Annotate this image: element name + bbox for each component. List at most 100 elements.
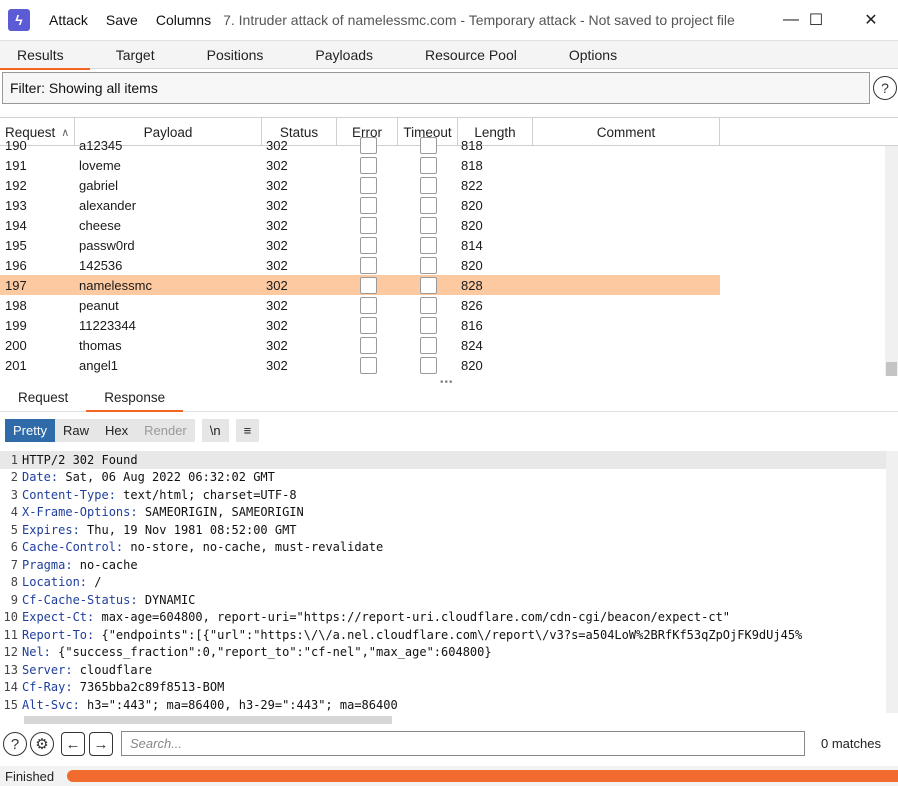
timeout-checkbox[interactable]	[420, 216, 437, 234]
pretty-button[interactable]: Pretty	[5, 419, 55, 442]
error-checkbox[interactable]	[360, 256, 377, 274]
timeout-checkbox[interactable]	[420, 336, 437, 354]
table-row[interactable]: 195 passw0rd 302 814	[0, 235, 720, 255]
maximize-icon[interactable]: ☐	[793, 0, 839, 40]
timeout-checkbox[interactable]	[420, 176, 437, 194]
arrow-right-icon[interactable]: →	[89, 732, 113, 756]
cell-timeout	[398, 195, 458, 215]
error-checkbox[interactable]	[360, 336, 377, 354]
timeout-checkbox[interactable]	[420, 296, 437, 314]
error-checkbox[interactable]	[360, 296, 377, 314]
cell-payload: angel1	[79, 357, 119, 373]
table-row[interactable]: 191 loveme 302 818	[0, 155, 720, 175]
status-bar: Finished	[0, 766, 898, 786]
timeout-checkbox[interactable]	[420, 256, 437, 274]
table-row[interactable]: 193 alexander 302 820	[0, 195, 720, 215]
cell-payload: 11223344	[79, 317, 136, 333]
newline-toggle-button[interactable]: \n	[201, 419, 229, 442]
cell-payload: 142536	[79, 257, 123, 273]
cell-length: 820	[461, 257, 483, 273]
tab-target[interactable]: Target	[90, 41, 181, 69]
header-value: 7365bba2c89f8513-BOM	[72, 680, 225, 695]
tab-options[interactable]: Options	[543, 41, 643, 69]
table-scrollbar-thumb[interactable]	[886, 362, 897, 376]
hex-button[interactable]: Hex	[96, 419, 137, 442]
cell-status: 302	[266, 337, 288, 353]
header-name: Alt-Svc:	[22, 697, 80, 712]
timeout-checkbox[interactable]	[420, 316, 437, 334]
cell-comment	[533, 255, 720, 275]
table-row[interactable]: 190 a12345 302 818	[0, 135, 720, 155]
tab-request[interactable]: Request	[0, 384, 86, 411]
error-checkbox[interactable]	[360, 316, 377, 334]
table-row[interactable]: 198 peanut 302 826	[0, 295, 720, 315]
header-value: max-age=604800, report-uri="https://repo…	[94, 610, 731, 625]
cell-length: 818	[461, 157, 483, 173]
timeout-checkbox[interactable]	[420, 276, 437, 294]
gear-icon[interactable]: ⚙	[30, 732, 54, 756]
arrow-left-icon[interactable]: ←	[61, 732, 85, 756]
tab-results[interactable]: Results	[0, 41, 90, 70]
render-button[interactable]: Render	[136, 419, 195, 442]
header-name: Expires:	[22, 522, 80, 537]
response-editor[interactable]: 1 HTTP/2 302 Found 2 Date: Sat, 06 Aug 2022…	[0, 451, 886, 713]
raw-button[interactable]: Raw	[54, 419, 97, 442]
cell-status: 302	[266, 237, 288, 253]
cell-timeout	[398, 255, 458, 275]
table-scrollbar[interactable]	[885, 146, 898, 376]
close-icon[interactable]: ✕	[848, 0, 894, 40]
table-row[interactable]: 200 thomas 302 824	[0, 335, 720, 355]
header-name: Server:	[22, 662, 73, 677]
search-input[interactable]: Search...	[121, 731, 805, 756]
header-name: X-Frame-Options:	[22, 505, 138, 520]
error-checkbox[interactable]	[360, 196, 377, 214]
editor-vertical-scrollbar[interactable]	[886, 451, 898, 713]
cell-error	[337, 135, 398, 155]
error-checkbox[interactable]	[360, 276, 377, 294]
help-icon[interactable]: ?	[3, 732, 27, 756]
code-line: 8 Location: /	[0, 574, 886, 592]
editor-horizontal-scrollbar[interactable]	[24, 716, 392, 724]
table-row[interactable]: 199 11223344 302 816	[0, 315, 720, 335]
tab-positions[interactable]: Positions	[181, 41, 290, 69]
error-checkbox[interactable]	[360, 236, 377, 254]
header-value: cloudflare	[72, 662, 153, 677]
table-row[interactable]: 194 cheese 302 820	[0, 215, 720, 235]
code-line: 4 X-Frame-Options: SAMEORIGIN, SAMEORIGIN	[0, 504, 886, 522]
timeout-checkbox[interactable]	[420, 196, 437, 214]
tab-payloads[interactable]: Payloads	[289, 41, 399, 69]
error-checkbox[interactable]	[360, 156, 377, 174]
tab-response[interactable]: Response	[86, 384, 183, 412]
table-row[interactable]: 201 angel1 302 820	[0, 355, 720, 375]
menu-attack[interactable]: Attack	[49, 12, 88, 28]
timeout-checkbox[interactable]	[420, 136, 437, 154]
header-name: Nel:	[22, 645, 51, 660]
cell-payload: namelessmc	[79, 277, 152, 293]
table-row[interactable]: 197 namelessmc 302 828	[0, 275, 720, 295]
menu-columns[interactable]: Columns	[156, 12, 211, 28]
header-name: Report-To:	[22, 627, 95, 642]
error-checkbox[interactable]	[360, 356, 377, 374]
error-checkbox[interactable]	[360, 216, 377, 234]
timeout-checkbox[interactable]	[420, 156, 437, 174]
table-row[interactable]: 192 gabriel 302 822	[0, 175, 720, 195]
cell-payload: passw0rd	[79, 237, 135, 253]
menu-save[interactable]: Save	[106, 12, 138, 28]
cell-status: 302	[266, 357, 288, 373]
cell-length: 826	[461, 297, 483, 313]
cell-request: 192	[5, 177, 27, 193]
table-row[interactable]: 196 142536 302 820	[0, 255, 720, 275]
cell-request: 191	[5, 157, 27, 173]
timeout-checkbox[interactable]	[420, 356, 437, 374]
cell-length: 828	[461, 277, 483, 293]
menu-lines-icon[interactable]: ≡	[235, 419, 260, 442]
filter-bar[interactable]: Filter: Showing all items	[2, 72, 870, 104]
error-checkbox[interactable]	[360, 176, 377, 194]
tab-resource-pool[interactable]: Resource Pool	[399, 41, 543, 69]
help-icon[interactable]: ?	[873, 76, 897, 100]
timeout-checkbox[interactable]	[420, 236, 437, 254]
code-line: 3 Content-Type: text/html; charset=UTF-8	[0, 486, 886, 504]
cell-status: 302	[266, 297, 288, 313]
error-checkbox[interactable]	[360, 136, 377, 154]
header-value: Sat, 06 Aug 2022 06:32:02 GMT	[58, 470, 275, 485]
